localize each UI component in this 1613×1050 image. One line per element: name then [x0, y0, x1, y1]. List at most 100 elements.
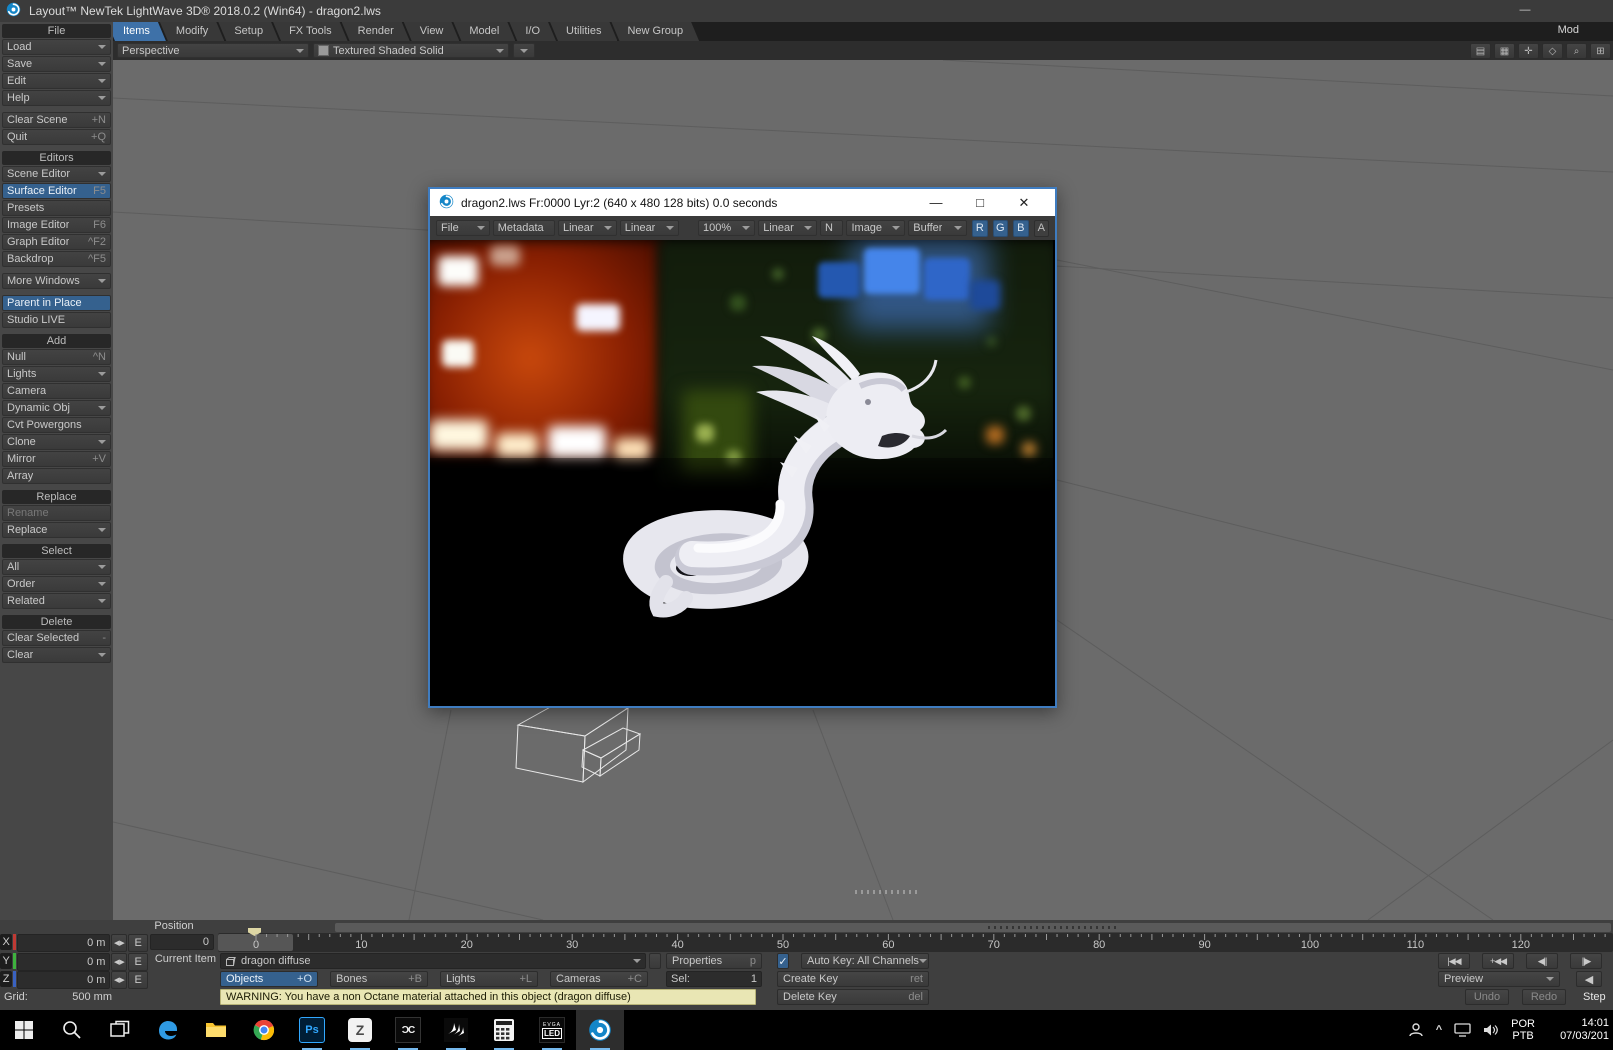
minimize-icon[interactable]: — [914, 195, 958, 211]
taskbar-start-icon[interactable] [0, 1010, 48, 1050]
axis-button-y[interactable]: Y [0, 952, 13, 969]
taskbar-chrome-icon[interactable] [240, 1010, 288, 1050]
volume-icon[interactable] [1483, 1023, 1499, 1037]
axis-button-z[interactable]: Z [0, 971, 13, 987]
preview-dropdown[interactable]: Preview [1438, 971, 1560, 987]
taskbar-evga-led-icon[interactable]: EVGA LED [528, 1010, 576, 1050]
modeler-button-partial[interactable]: Mod [1558, 24, 1579, 36]
tab-fx-tools[interactable]: FX Tools [273, 22, 348, 41]
category-bones[interactable]: Bones +B [330, 971, 428, 987]
render-display-window[interactable]: dragon2.lws Fr:0000 Lyr:2 (640 x 480 128… [428, 187, 1057, 708]
maximize-icon[interactable]: □ [958, 195, 1002, 211]
envelope-button-z[interactable]: E [128, 971, 148, 989]
axis-spinner-y[interactable]: ◀▶ [111, 952, 128, 971]
prev-frame-button[interactable]: ◀|| [1526, 953, 1558, 969]
properties-button[interactable]: Properties p [666, 953, 762, 969]
render-toolbar-file[interactable]: File [436, 220, 490, 236]
orbit-icon[interactable]: ◇ [1542, 43, 1563, 59]
redo-button[interactable]: Redo [1522, 989, 1566, 1005]
sidebar-item-order[interactable]: Order [2, 576, 111, 592]
envelope-button-x[interactable]: E [128, 934, 148, 952]
minimize-button[interactable]: — [1510, 0, 1540, 22]
render-toolbar-buffer[interactable]: Buffer [908, 220, 968, 236]
create-key-button[interactable]: Create Key ret [777, 971, 929, 987]
network-icon[interactable] [1454, 1023, 1471, 1037]
taskbar-calculator-icon[interactable] [480, 1010, 528, 1050]
render-toolbar-image[interactable]: Image [846, 220, 906, 236]
category-lights[interactable]: Lights +L [440, 971, 538, 987]
language-indicator[interactable]: POR PTB [1511, 1018, 1535, 1042]
tab-new-group[interactable]: New Group [611, 22, 699, 41]
sidebar-item-load[interactable]: Load [2, 39, 111, 55]
sidebar-item-scene-editor[interactable]: Scene Editor [2, 166, 111, 182]
tab-view[interactable]: View [404, 22, 460, 41]
shading-mode-dropdown[interactable]: Textured Shaded Solid [313, 43, 509, 58]
channel-toggle-b[interactable]: B [1013, 219, 1029, 237]
taskbar-search-icon[interactable] [48, 1010, 96, 1050]
sidebar-item-clone[interactable]: Clone [2, 434, 111, 450]
sidebar-item-clear-selected[interactable]: Clear Selected - [2, 630, 111, 646]
zoom-icon[interactable]: ⌕ [1566, 43, 1587, 59]
axis-button-x[interactable]: X [0, 934, 13, 950]
render-toolbar-metadata[interactable]: Metadata [492, 220, 555, 236]
taskbar-zbrush-icon[interactable]: Z [336, 1010, 384, 1050]
sidebar-item-edit[interactable]: Edit [2, 73, 111, 89]
sidebar-item-mirror[interactable]: Mirror +V [2, 451, 111, 467]
channel-toggle-a[interactable]: A [1033, 219, 1049, 237]
sidebar-item-lights[interactable]: Lights [2, 366, 111, 382]
frame-range-scrollbar[interactable] [335, 923, 1611, 932]
sidebar-item-clear-scene[interactable]: Clear Scene +N [2, 112, 111, 128]
current-item-dropdown[interactable]: dragon diffuse [220, 953, 646, 969]
sidebar-item-image-editor[interactable]: Image Editor F6 [2, 217, 111, 233]
people-icon[interactable] [1408, 1022, 1424, 1038]
tab-modify[interactable]: Modify [160, 22, 224, 41]
prev-key-button[interactable]: +◀◀ [1482, 953, 1514, 969]
tab-items[interactable]: Items [107, 22, 166, 41]
timeline-ruler[interactable]: 0 10 20 30 40 50 60 70 80 90 100 110 120 [218, 928, 1613, 952]
sidebar-item-dynamic-obj[interactable]: Dynamic Obj [2, 400, 111, 416]
step-back-button[interactable]: ◀ [1576, 971, 1602, 987]
render-window-titlebar[interactable]: dragon2.lws Fr:0000 Lyr:2 (640 x 480 128… [430, 189, 1055, 216]
axis-spinner-z[interactable]: ◀▶ [111, 971, 128, 989]
axis-value-field-y[interactable]: 0 m [17, 952, 111, 971]
autokey-dropdown[interactable]: Auto Key: All Channels [801, 953, 929, 969]
sidebar-item-all[interactable]: All [2, 559, 111, 575]
render-toolbar-linear[interactable]: Linear [619, 220, 679, 236]
fit-icon[interactable]: ⊞ [1590, 43, 1611, 59]
sidebar-item-more-windows[interactable]: More Windows [2, 273, 111, 289]
render-toolbar-linear[interactable]: Linear [557, 220, 617, 236]
taskbar-octane-icon[interactable]: ƆC [384, 1010, 432, 1050]
tray-expand-chevron-icon[interactable]: ^ [1436, 1024, 1442, 1036]
taskbar-lightwave-icon[interactable] [576, 1010, 624, 1050]
sidebar-item-cvt-powergons[interactable]: Cvt Powergons [2, 417, 111, 433]
item-list-button[interactable] [649, 953, 661, 969]
sidebar-item-save[interactable]: Save [2, 56, 111, 72]
sidebar-item-help[interactable]: Help [2, 90, 111, 106]
render-toolbar-100[interactable]: 100% [698, 220, 756, 236]
sidebar-item-quit[interactable]: Quit +Q [2, 129, 111, 145]
close-icon[interactable]: ✕ [1002, 195, 1046, 211]
taskbar-task-view-icon[interactable] [96, 1010, 144, 1050]
sidebar-item-null[interactable]: Null ^N [2, 349, 111, 365]
render-toolbar-linear[interactable]: Linear [758, 220, 817, 236]
go-start-button[interactable]: |◀◀ [1438, 953, 1470, 969]
viewport-options-dropdown[interactable] [513, 43, 535, 58]
axis-spinner-x[interactable]: ◀▶ [111, 934, 128, 952]
sidebar-item-related[interactable]: Related [2, 593, 111, 609]
delete-key-button[interactable]: Delete Key del [777, 989, 929, 1005]
taskbar-photoshop-icon[interactable]: Ps [288, 1010, 336, 1050]
taskbar-edge-icon[interactable] [144, 1010, 192, 1050]
clock[interactable]: 14:01 07/03/201 [1547, 1017, 1609, 1043]
tab-i-o[interactable]: I/O [509, 22, 556, 41]
pan-icon[interactable]: ✛ [1518, 43, 1539, 59]
taskbar-file-explorer-icon[interactable] [192, 1010, 240, 1050]
sidebar-item-surface-editor[interactable]: Surface Editor F5 [2, 183, 111, 199]
tab-utilities[interactable]: Utilities [550, 22, 617, 41]
tab-render[interactable]: Render [342, 22, 410, 41]
sidebar-item-rename[interactable]: Rename [2, 505, 111, 521]
thumb-view-icon[interactable]: ▦ [1494, 43, 1515, 59]
undo-button[interactable]: Undo [1465, 989, 1509, 1005]
sidebar-item-camera[interactable]: Camera [2, 383, 111, 399]
sidebar-item-studio-live[interactable]: Studio LIVE [2, 312, 111, 328]
category-objects[interactable]: Objects +O [220, 971, 318, 987]
